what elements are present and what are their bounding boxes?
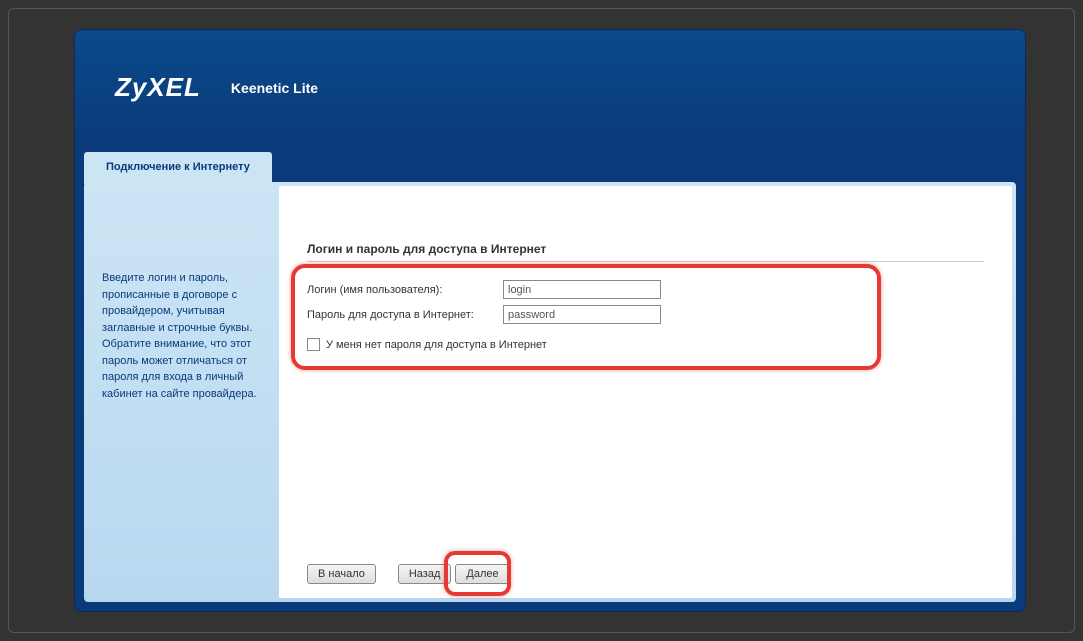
password-input[interactable] [503,305,661,324]
product-name: Keenetic Lite [231,80,318,96]
nav-button-group: Назад Далее [398,564,510,584]
no-password-label: У меня нет пароля для доступа в Интернет [326,339,547,351]
no-password-row: У меня нет пароля для доступа в Интернет [307,338,984,351]
credentials-form: Логин (имя пользователя): Пароль для дос… [307,280,984,351]
login-label: Логин (имя пользователя): [307,284,503,296]
sidebar: Введите логин и пароль, прописанные в до… [84,182,279,602]
instructions-text: Введите логин и пароль, прописанные в до… [102,270,261,402]
start-button[interactable]: В начало [307,564,376,584]
login-input[interactable] [503,280,661,299]
window-frame: ZyXEL Keenetic Lite Подключение к Интерн… [8,8,1075,633]
content-area: Подключение к Интернету Введите логин и … [84,182,1016,602]
next-button[interactable]: Далее [455,564,509,584]
tab-internet-connection[interactable]: Подключение к Интернету [84,152,272,184]
form-panel: Логин и пароль для доступа в Интернет Ло… [279,186,1012,598]
password-row: Пароль для доступа в Интернет: [307,305,984,324]
back-button[interactable]: Назад [398,564,452,584]
no-password-checkbox[interactable] [307,338,320,351]
logo: ZyXEL [115,72,201,103]
section-title: Логин и пароль для доступа в Интернет [307,242,984,262]
main-panel: ZyXEL Keenetic Lite Подключение к Интерн… [74,29,1026,612]
button-bar: В начало Назад Далее [307,564,510,584]
password-label: Пароль для доступа в Интернет: [307,309,503,321]
header: ZyXEL Keenetic Lite [75,30,1025,145]
login-row: Логин (имя пользователя): [307,280,984,299]
